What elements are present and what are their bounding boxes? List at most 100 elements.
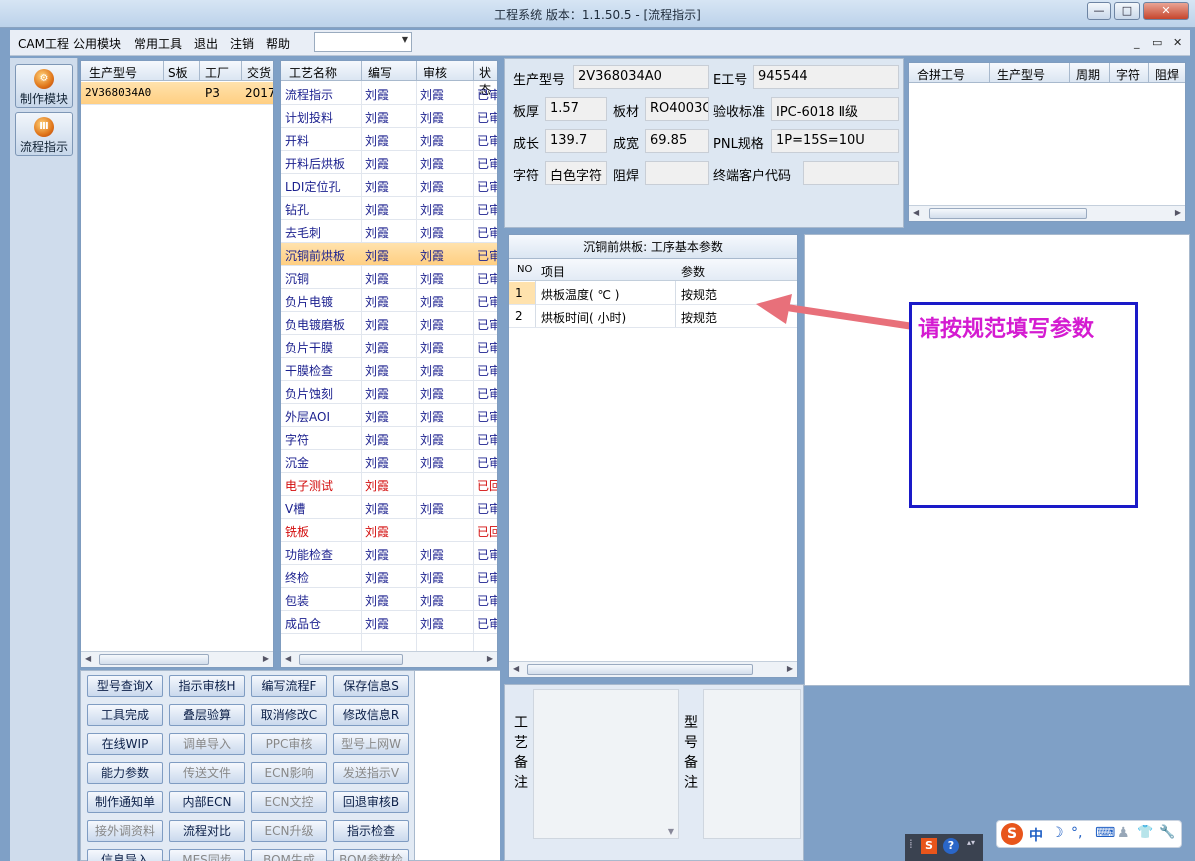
action-button[interactable]: ECN影响 xyxy=(251,762,327,784)
col-factory[interactable]: 工厂 xyxy=(205,64,229,81)
action-button[interactable]: 能力参数 xyxy=(87,762,163,784)
action-button[interactable]: MES同步 xyxy=(169,849,245,861)
table-row[interactable]: 计划投料 刘霞 刘霞 已审 xyxy=(281,105,497,128)
moon-icon[interactable]: ☽ xyxy=(1051,825,1064,841)
field-e-number[interactable]: 945544 xyxy=(753,65,899,89)
col-reviewer[interactable]: 审核 xyxy=(423,64,447,81)
nav-flow-button[interactable]: Ⅲ 流程指示 xyxy=(15,112,73,156)
scroll-right-icon[interactable]: ▶ xyxy=(787,664,793,673)
field-pnl[interactable]: 1P=15S=10U xyxy=(771,129,899,153)
col-date[interactable]: 交货 xyxy=(247,64,271,81)
scroll-right-icon[interactable]: ▶ xyxy=(263,654,269,663)
col-merge-mask[interactable]: 阻焊 xyxy=(1155,66,1179,83)
action-button[interactable]: 型号上网W xyxy=(333,733,409,755)
scroll-left-icon[interactable]: ◀ xyxy=(285,654,291,663)
table-row[interactable]: 2V368034A0 P3 2017 xyxy=(81,82,273,105)
keyboard-icon[interactable]: ⌨ xyxy=(1095,825,1115,841)
table-row[interactable]: 铣板 刘霞 已回 xyxy=(281,519,497,542)
col-process-name[interactable]: 工艺名称 xyxy=(289,64,337,81)
horizontal-scrollbar[interactable]: ◀ ▶ xyxy=(909,205,1185,221)
action-button[interactable]: 指示审核H xyxy=(169,675,245,697)
scroll-right-icon[interactable]: ▶ xyxy=(1175,208,1181,217)
field-thickness[interactable]: 1.57 xyxy=(545,97,607,121)
minimize-button[interactable]: — xyxy=(1087,2,1111,20)
action-button[interactable]: 调单导入 xyxy=(169,733,245,755)
ime-mode-button[interactable]: 中 xyxy=(1029,825,1043,845)
action-button[interactable]: 制作通知单 xyxy=(87,791,163,813)
table-row[interactable]: 外层AOI 刘霞 刘霞 已审 xyxy=(281,404,497,427)
action-button[interactable]: 编写流程F xyxy=(251,675,327,697)
action-button[interactable]: ECN文控 xyxy=(251,791,327,813)
scroll-left-icon[interactable]: ◀ xyxy=(513,664,519,673)
table-row[interactable]: 终检 刘霞 刘霞 已审 xyxy=(281,565,497,588)
table-row[interactable]: 负片蚀刻 刘霞 刘霞 已审 xyxy=(281,381,497,404)
col-value[interactable]: 参数 xyxy=(681,263,705,280)
action-button[interactable]: BOM参数检查 xyxy=(333,849,409,861)
scroll-down-icon[interactable]: ▼ xyxy=(668,827,674,836)
user-icon[interactable]: ♟ xyxy=(1117,825,1130,841)
punctuation-icon[interactable]: °, xyxy=(1071,825,1082,841)
action-button[interactable]: 指示检查 xyxy=(333,820,409,842)
scroll-thumb[interactable] xyxy=(99,654,209,665)
menu-help[interactable]: 帮助 xyxy=(266,35,290,52)
mdi-minimize-button[interactable]: _ xyxy=(1134,36,1140,49)
table-row[interactable]: 开料后烘板 刘霞 刘霞 已审 xyxy=(281,151,497,174)
action-button[interactable]: 回退审核B xyxy=(333,791,409,813)
action-button[interactable]: 工具完成 xyxy=(87,704,163,726)
action-button[interactable]: 型号查询X xyxy=(87,675,163,697)
table-row[interactable]: 沉铜 刘霞 刘霞 已审 xyxy=(281,266,497,289)
horizontal-scrollbar[interactable]: ◀ ▶ xyxy=(509,661,797,677)
field-standard[interactable]: IPC-6018 Ⅱ级 xyxy=(771,97,899,121)
table-row[interactable]: V槽 刘霞 刘霞 已审 xyxy=(281,496,497,519)
col-model[interactable]: 生产型号 xyxy=(89,64,137,81)
menu-tools[interactable]: 常用工具 xyxy=(134,35,182,52)
mdi-restore-button[interactable]: ▭ xyxy=(1152,36,1162,49)
table-row[interactable]: 沉金 刘霞 刘霞 已审 xyxy=(281,450,497,473)
action-button[interactable]: 在线WIP xyxy=(87,733,163,755)
merge-grid[interactable]: 合拼工号 生产型号 周期 字符 阻焊 ◀ ▶ xyxy=(908,62,1186,222)
action-button[interactable]: 发送指示V xyxy=(333,762,409,784)
shirt-icon[interactable]: 👕 xyxy=(1137,825,1153,840)
sogou-tray-icon[interactable]: S xyxy=(921,838,937,854)
scroll-right-icon[interactable]: ▶ xyxy=(487,654,493,663)
col-merge-number[interactable]: 合拼工号 xyxy=(917,66,965,83)
close-button[interactable]: ✕ xyxy=(1143,2,1189,20)
menu-exit[interactable]: 退出 xyxy=(194,35,218,52)
nav-module-button[interactable]: ⚙ 制作模块 xyxy=(15,64,73,108)
table-row[interactable]: LDI定位孔 刘霞 刘霞 已审 xyxy=(281,174,497,197)
table-row[interactable]: 开料 刘霞 刘霞 已审 xyxy=(281,128,497,151)
col-merge-period[interactable]: 周期 xyxy=(1076,66,1100,83)
col-s[interactable]: S板 xyxy=(168,64,188,81)
table-row[interactable]: 字符 刘霞 刘霞 已审 xyxy=(281,427,497,450)
action-button[interactable]: 保存信息S xyxy=(333,675,409,697)
field-customer[interactable] xyxy=(803,161,899,185)
params-row-value[interactable]: 按规范 xyxy=(681,309,717,326)
menu-cam[interactable]: CAM工程 xyxy=(18,35,69,52)
menu-public[interactable]: 公用模块 xyxy=(73,35,121,52)
col-item[interactable]: 项目 xyxy=(541,263,565,280)
scroll-left-icon[interactable]: ◀ xyxy=(85,654,91,663)
field-mask[interactable] xyxy=(645,161,709,185)
table-row[interactable]: 流程指示 刘霞 刘霞 已审 xyxy=(281,82,497,105)
field-width[interactable]: 69.85 xyxy=(645,129,709,153)
table-row[interactable]: 负片干膜 刘霞 刘霞 已审 xyxy=(281,335,497,358)
horizontal-scrollbar[interactable]: ◀ ▶ xyxy=(281,651,497,667)
maximize-button[interactable]: □ xyxy=(1114,2,1140,20)
table-row[interactable]: 功能检查 刘霞 刘霞 已审 xyxy=(281,542,497,565)
action-button[interactable]: 传送文件 xyxy=(169,762,245,784)
action-button[interactable]: ECN升级 xyxy=(251,820,327,842)
field-character[interactable]: 白色字符 xyxy=(545,161,607,185)
mdi-close-button[interactable]: ✕ xyxy=(1173,36,1182,49)
table-row[interactable]: 去毛刺 刘霞 刘霞 已审 xyxy=(281,220,497,243)
action-button[interactable]: 流程对比 xyxy=(169,820,245,842)
action-button[interactable]: 叠层验算 xyxy=(169,704,245,726)
horizontal-scrollbar[interactable]: ◀ ▶ xyxy=(81,651,273,667)
col-writer[interactable]: 编写 xyxy=(368,64,392,81)
tray-arrow-icon[interactable]: ▴▾ xyxy=(967,838,975,847)
field-material[interactable]: RO4003C xyxy=(645,97,709,121)
table-row[interactable]: 沉铜前烘板 刘霞 刘霞 已审 xyxy=(281,243,497,266)
table-row[interactable]: 钻孔 刘霞 刘霞 已审 xyxy=(281,197,497,220)
action-button[interactable]: 接外调资料 xyxy=(87,820,163,842)
process-grid[interactable]: 工艺名称 编写 审核 状态 流程指示刘霞刘霞已审计划投料刘霞刘霞已审开料刘霞刘霞… xyxy=(280,60,498,668)
sogou-logo-icon[interactable]: S xyxy=(1001,823,1023,845)
